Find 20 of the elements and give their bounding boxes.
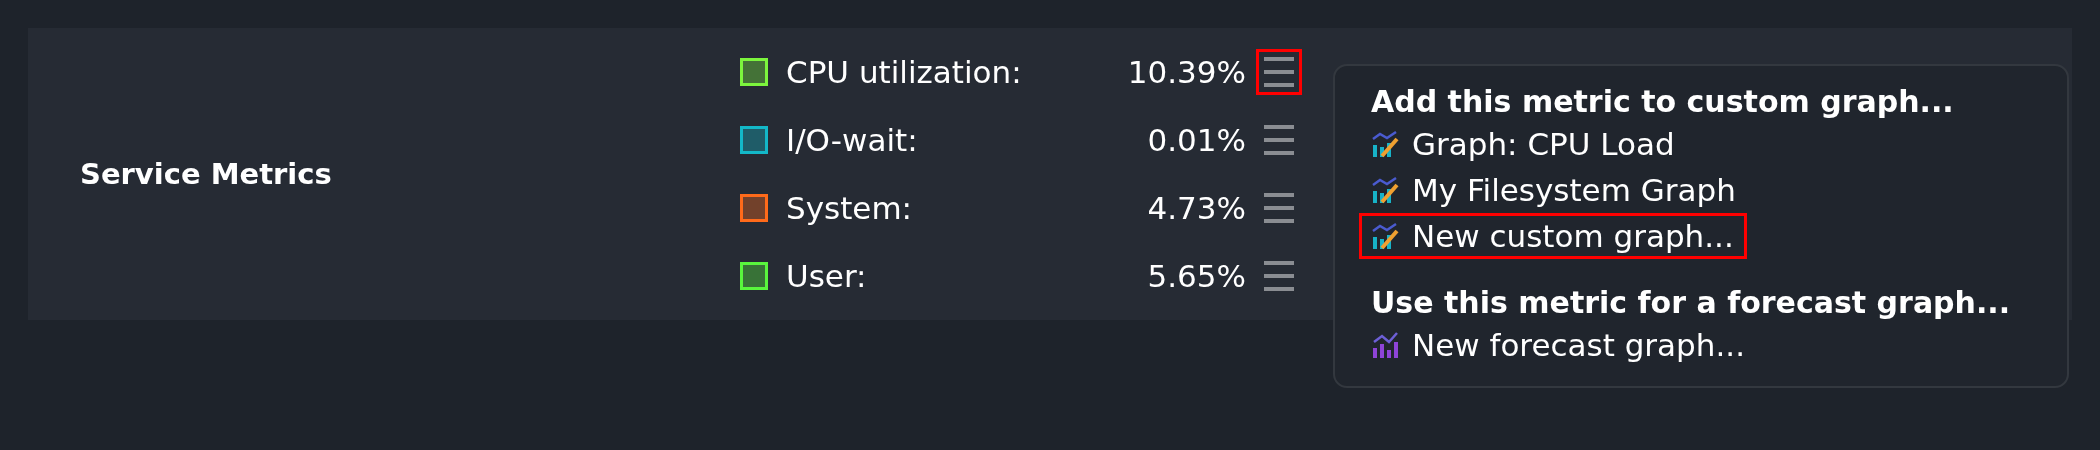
metric-value: 0.01%	[1146, 122, 1246, 158]
metric-value: 10.39%	[1126, 54, 1246, 90]
chart-pencil-icon	[1370, 221, 1400, 251]
metric-name: System:	[786, 190, 914, 226]
menu-item[interactable]: New custom graph...	[1359, 213, 1747, 259]
metric-value: 5.65%	[1146, 258, 1246, 294]
menu-heading: Use this metric for a forecast graph...	[1371, 285, 2012, 320]
section-title: Service Metrics	[79, 157, 333, 191]
metric-name: User:	[786, 258, 868, 294]
metric-name: CPU utilization:	[786, 54, 1023, 90]
menu-item[interactable]: My Filesystem Graph	[1359, 167, 1749, 213]
forecast-chart-icon	[1370, 330, 1400, 360]
chart-pencil-icon	[1370, 175, 1400, 205]
chart-pencil-icon	[1370, 129, 1400, 159]
metric-name: I/O-wait:	[786, 122, 919, 158]
menu-heading: Add this metric to custom graph...	[1371, 84, 1955, 119]
metric-value: 4.73%	[1146, 190, 1246, 226]
menu-item[interactable]: Graph: CPU Load	[1359, 121, 1688, 167]
menu-button[interactable]	[1256, 49, 1302, 95]
menu-item[interactable]: New forecast graph...	[1359, 322, 1758, 368]
